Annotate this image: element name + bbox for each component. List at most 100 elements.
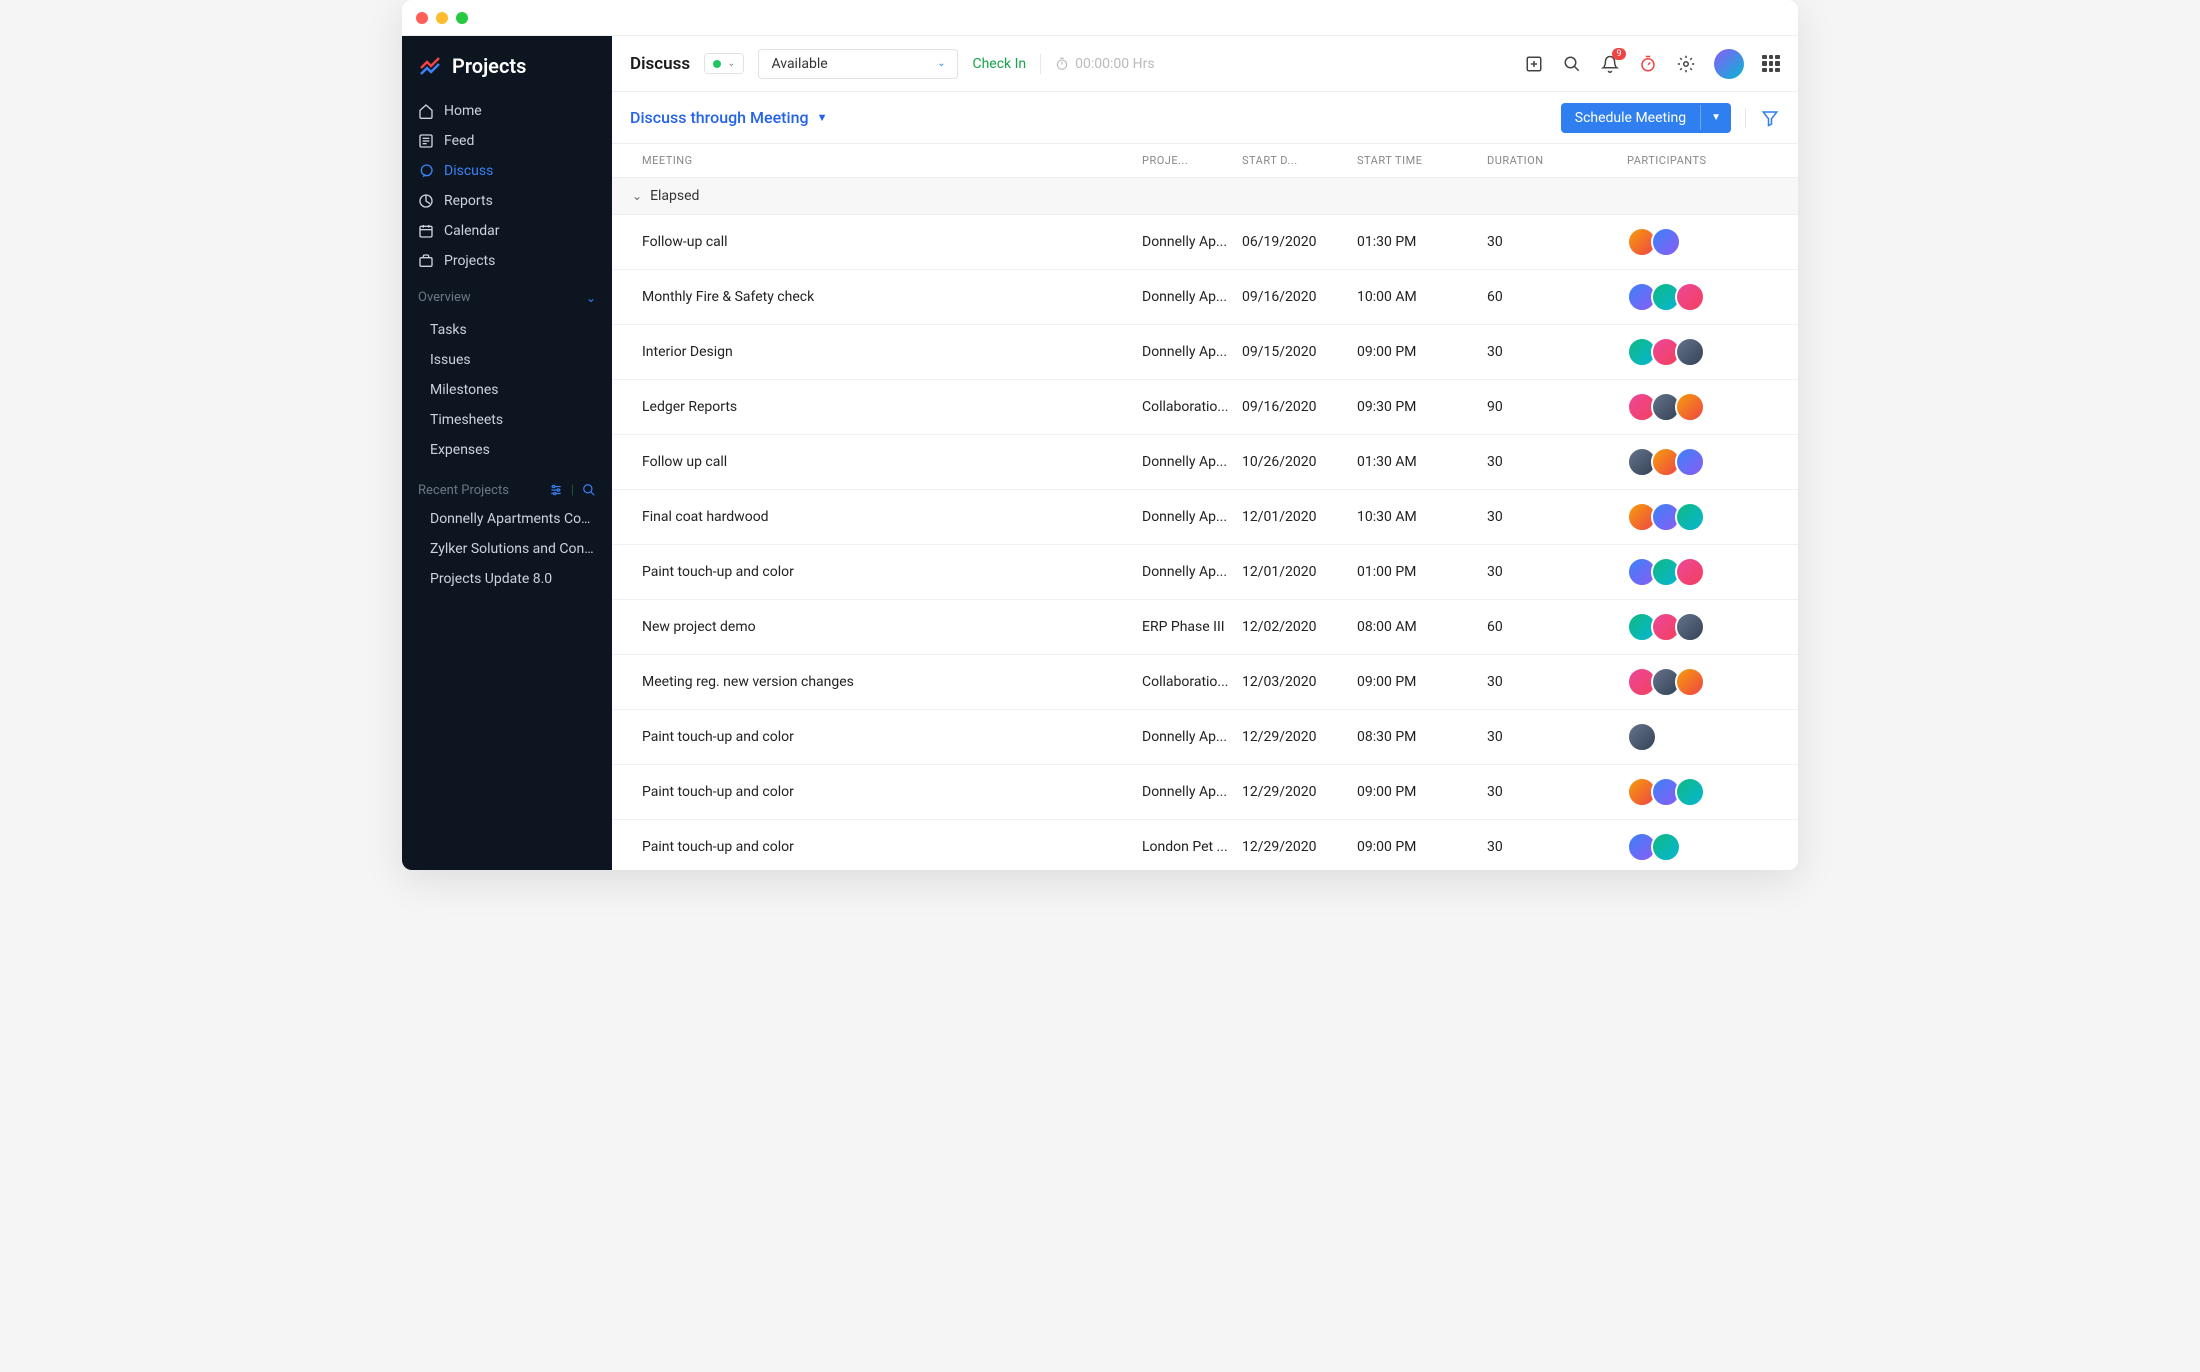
table-row[interactable]: Paint touch-up and colorDonnelly Ap...12… [612, 710, 1798, 765]
cell-date: 12/01/2020 [1242, 564, 1357, 580]
page-title: Discuss [630, 54, 690, 74]
sidebar-item-feed[interactable]: Feed [402, 126, 612, 156]
participant-avatar[interactable] [1675, 612, 1705, 642]
recent-project-item[interactable]: Zylker Solutions and Constr [402, 534, 612, 564]
cell-project: Donnelly Ap... [1142, 509, 1242, 525]
recent-project-item[interactable]: Projects Update 8.0 [402, 564, 612, 594]
timer-display: 00:00:00 Hrs [1055, 56, 1154, 72]
participant-avatar[interactable] [1675, 557, 1705, 587]
sidebar-item-calendar[interactable]: Calendar [402, 216, 612, 246]
minimize-window-dot[interactable] [436, 12, 448, 24]
col-duration[interactable]: DURATION [1487, 154, 1627, 167]
cell-meeting: Paint touch-up and color [642, 839, 1142, 855]
sliders-icon[interactable] [549, 483, 563, 498]
sidebar-item-timesheets[interactable]: Timesheets [402, 405, 612, 435]
cell-duration: 30 [1487, 454, 1627, 470]
cell-participants [1627, 557, 1780, 587]
availability-select[interactable]: Available ⌄ [758, 49, 958, 79]
chevron-down-icon: ⌄ [586, 291, 596, 305]
table-row[interactable]: Final coat hardwoodDonnelly Ap...12/01/2… [612, 490, 1798, 545]
user-avatar[interactable] [1714, 49, 1744, 79]
group-elapsed[interactable]: ⌄ Elapsed [612, 177, 1798, 215]
participant-avatar[interactable] [1675, 502, 1705, 532]
recent-project-item[interactable]: Donnelly Apartments Const [402, 504, 612, 534]
sidebar-item-issues[interactable]: Issues [402, 345, 612, 375]
col-participants[interactable]: PARTICIPANTS [1627, 154, 1780, 167]
overview-section-header[interactable]: Overview ⌄ [402, 280, 612, 311]
sidebar-item-milestones[interactable]: Milestones [402, 375, 612, 405]
view-selector[interactable]: Discuss through Meeting ▼ [630, 108, 827, 127]
participant-avatar[interactable] [1675, 777, 1705, 807]
recent-projects-header: Recent Projects | [402, 469, 612, 504]
status-selector[interactable]: ⌄ [704, 53, 744, 74]
table-row[interactable]: Interior DesignDonnelly Ap...09/15/20200… [612, 325, 1798, 380]
table-row[interactable]: Follow-up callDonnelly Ap...06/19/202001… [612, 215, 1798, 270]
sidebar: Projects HomeFeed Discuss ReportsCalendar P… [402, 36, 612, 870]
table-row[interactable]: Follow up callDonnelly Ap...10/26/202001… [612, 435, 1798, 490]
cell-duration: 30 [1487, 729, 1627, 745]
window-titlebar [402, 0, 1798, 36]
table-row[interactable]: New project demoERP Phase III12/02/20200… [612, 600, 1798, 655]
main-content: Discuss ⌄ Available ⌄ Check In 00:00:00 … [612, 36, 1798, 870]
cell-project: Donnelly Ap... [1142, 784, 1242, 800]
bell-icon[interactable]: 9 [1600, 54, 1620, 74]
gear-icon[interactable] [1676, 54, 1696, 74]
sidebar-item-discuss[interactable]: Discuss [402, 156, 612, 186]
filter-icon[interactable] [1760, 108, 1780, 128]
col-start-date[interactable]: START D... [1242, 154, 1357, 167]
participant-avatar[interactable] [1675, 337, 1705, 367]
sidebar-item-label: Timesheets [430, 412, 503, 428]
search-icon[interactable] [582, 483, 596, 498]
notification-badge: 9 [1612, 48, 1626, 60]
checkin-link[interactable]: Check In [972, 56, 1026, 72]
sidebar-item-tasks[interactable]: Tasks [402, 315, 612, 345]
cell-participants [1627, 777, 1780, 807]
timer-icon[interactable] [1638, 54, 1658, 74]
table-row[interactable]: Monthly Fire & Safety checkDonnelly Ap..… [612, 270, 1798, 325]
cell-participants [1627, 832, 1780, 862]
participant-avatar[interactable] [1675, 447, 1705, 477]
table-row[interactable]: Paint touch-up and colorDonnelly Ap...12… [612, 765, 1798, 820]
col-meeting[interactable]: MEETING [642, 154, 1142, 167]
meetings-table: MEETING PROJE... START D... START TIME D… [612, 144, 1798, 870]
table-row[interactable]: Meeting reg. new version changesCollabor… [612, 655, 1798, 710]
recent-projects-label: Recent Projects [418, 483, 509, 498]
cell-meeting: Follow up call [642, 454, 1142, 470]
cell-project: Donnelly Ap... [1142, 454, 1242, 470]
col-project[interactable]: PROJE... [1142, 154, 1242, 167]
participant-avatar[interactable] [1651, 227, 1681, 257]
subheader: Discuss through Meeting ▼ Schedule Meeti… [612, 92, 1798, 144]
sidebar-item-expenses[interactable]: Expenses [402, 435, 612, 465]
cell-time: 01:30 PM [1357, 234, 1487, 250]
participant-avatar[interactable] [1675, 282, 1705, 312]
search-icon[interactable] [1562, 54, 1582, 74]
close-window-dot[interactable] [416, 12, 428, 24]
participant-avatar[interactable] [1675, 667, 1705, 697]
col-start-time[interactable]: START TIME [1357, 154, 1487, 167]
participant-avatar[interactable] [1651, 832, 1681, 862]
sidebar-item-projects[interactable]: Projects [402, 246, 612, 276]
apps-grid-icon[interactable] [1762, 55, 1780, 73]
cell-participants [1627, 447, 1780, 477]
add-icon[interactable] [1524, 54, 1544, 74]
maximize-window-dot[interactable] [456, 12, 468, 24]
chevron-down-icon[interactable]: ▼ [1700, 105, 1731, 130]
participant-avatar[interactable] [1627, 722, 1657, 752]
participant-avatar[interactable] [1675, 392, 1705, 422]
table-row[interactable]: Ledger ReportsCollaboratio...09/16/20200… [612, 380, 1798, 435]
sidebar-item-label: Discuss [444, 163, 493, 179]
cell-meeting: Meeting reg. new version changes [642, 674, 1142, 690]
cell-participants [1627, 392, 1780, 422]
availability-value: Available [771, 56, 827, 72]
home-icon [418, 103, 434, 119]
cell-project: London Pet ... [1142, 839, 1242, 855]
sidebar-item-reports[interactable]: Reports [402, 186, 612, 216]
cell-duration: 30 [1487, 839, 1627, 855]
table-row[interactable]: Paint touch-up and colorLondon Pet ...12… [612, 820, 1798, 870]
cell-date: 09/15/2020 [1242, 344, 1357, 360]
cell-time: 01:30 AM [1357, 454, 1487, 470]
table-row[interactable]: Paint touch-up and colorDonnelly Ap...12… [612, 545, 1798, 600]
cell-date: 10/26/2020 [1242, 454, 1357, 470]
schedule-meeting-button[interactable]: Schedule Meeting ▼ [1561, 103, 1731, 133]
sidebar-item-home[interactable]: Home [402, 96, 612, 126]
